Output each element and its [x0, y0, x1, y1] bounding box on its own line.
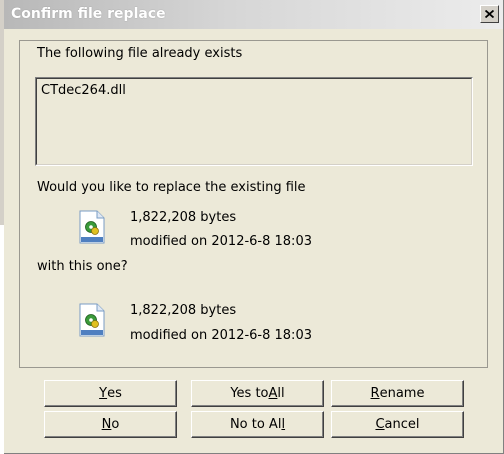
- existing-file-modified: modified on 2012-6-8 18:03: [130, 234, 312, 249]
- yes-button[interactable]: Yes: [44, 380, 177, 407]
- filename-text: CTdec264.dll: [41, 83, 126, 98]
- with-label: with this one?: [37, 259, 128, 274]
- existing-file-size: 1,822,208 bytes: [130, 210, 237, 225]
- content-panel: The following file already exists CTdec2…: [19, 40, 488, 368]
- no-button[interactable]: No: [44, 411, 177, 438]
- filename-box: CTdec264.dll: [35, 77, 473, 166]
- rename-button[interactable]: Rename: [331, 380, 464, 407]
- close-icon: [485, 10, 494, 18]
- exists-label: The following file already exists: [37, 46, 243, 61]
- yes-to-all-button[interactable]: Yes to All: [191, 380, 324, 407]
- new-file-modified: modified on 2012-6-8 18:03: [130, 328, 312, 343]
- dll-file-icon: [79, 303, 105, 337]
- dll-file-icon: [79, 210, 105, 244]
- new-file-size: 1,822,208 bytes: [130, 303, 237, 318]
- title-bar[interactable]: Confirm file replace: [4, 0, 503, 29]
- window-title: Confirm file replace: [11, 6, 166, 22]
- close-button[interactable]: [480, 5, 499, 23]
- confirm-replace-dialog: Confirm file replace The following file …: [4, 0, 504, 454]
- replace-question: Would you like to replace the existing f…: [37, 180, 306, 195]
- cancel-button[interactable]: Cancel: [331, 411, 464, 438]
- no-to-all-button[interactable]: No to Al l: [191, 411, 324, 438]
